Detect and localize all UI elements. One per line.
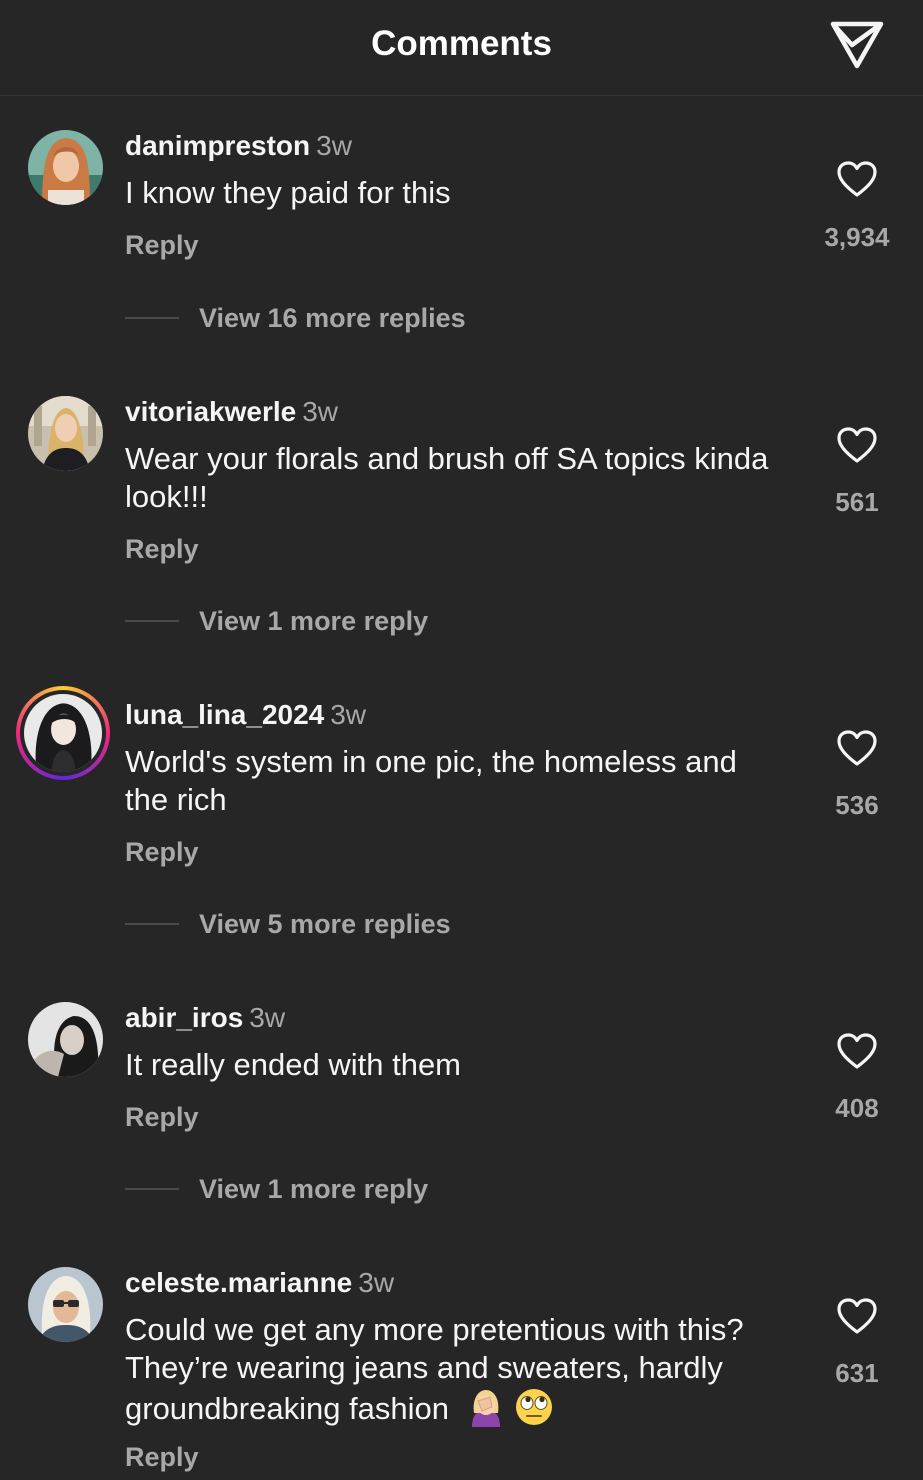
comment-text: Wear your florals and brush off SA topic… bbox=[125, 441, 769, 514]
username[interactable]: danimpreston bbox=[125, 130, 310, 161]
reply-button[interactable]: Reply bbox=[125, 1102, 199, 1133]
avatar[interactable] bbox=[28, 1267, 103, 1342]
share-button[interactable] bbox=[828, 18, 886, 70]
timestamp: 3w bbox=[358, 1267, 395, 1298]
comment-meta: vitoriakwerle 3w bbox=[125, 396, 338, 428]
comment-text-content: Could we get any more pretentious with t… bbox=[125, 1312, 744, 1426]
facepalm-icon bbox=[471, 1390, 500, 1427]
timestamp: 3w bbox=[249, 1002, 286, 1033]
view-replies-button[interactable]: View 1 more reply bbox=[125, 1173, 428, 1205]
comments-screen: Comments danimpreston 3w I know they paid… bbox=[0, 0, 923, 1480]
replies-divider bbox=[125, 317, 179, 319]
view-replies-button[interactable]: View 1 more reply bbox=[125, 605, 428, 637]
eye-roll-emoji bbox=[514, 1387, 554, 1427]
comment-meta: danimpreston 3w bbox=[125, 130, 352, 162]
like-count: 536 bbox=[835, 790, 879, 820]
reply-button[interactable]: Reply bbox=[125, 230, 199, 261]
avatar-image bbox=[28, 1002, 103, 1077]
like-count: 561 bbox=[835, 487, 879, 517]
comment-text: Could we get any more pretentious with t… bbox=[125, 1311, 785, 1428]
reply-button[interactable]: Reply bbox=[125, 1442, 199, 1473]
avatar[interactable] bbox=[28, 396, 103, 471]
eye-roll-icon bbox=[515, 1389, 552, 1425]
comment-meta: abir_iros 3w bbox=[125, 1002, 285, 1034]
username[interactable]: celeste.marianne bbox=[125, 1267, 352, 1298]
avatar-image bbox=[28, 1267, 103, 1342]
heart-icon[interactable] bbox=[836, 426, 878, 464]
username[interactable]: luna_lina_2024 bbox=[125, 699, 324, 730]
heart-icon[interactable] bbox=[836, 729, 878, 767]
timestamp: 3w bbox=[316, 130, 352, 161]
facepalm-emoji bbox=[466, 1387, 506, 1427]
replies-divider bbox=[125, 1188, 179, 1190]
replies-divider bbox=[125, 923, 179, 925]
avatar-image bbox=[28, 130, 103, 205]
page-title: Comments bbox=[371, 24, 552, 63]
avatar-image bbox=[28, 396, 103, 471]
replies-divider bbox=[125, 620, 179, 622]
send-icon bbox=[830, 21, 884, 69]
username[interactable]: vitoriakwerle bbox=[125, 396, 296, 427]
comment-meta: celeste.marianne 3w bbox=[125, 1267, 394, 1299]
comment-text: I know they paid for this bbox=[125, 175, 451, 210]
like-count: 408 bbox=[835, 1093, 879, 1123]
comment-text: It really ended with them bbox=[125, 1047, 462, 1082]
timestamp: 3w bbox=[330, 699, 367, 730]
timestamp: 3w bbox=[302, 396, 338, 427]
heart-icon[interactable] bbox=[836, 1032, 878, 1070]
comment-text: World's system in one pic, the homeless … bbox=[125, 744, 737, 817]
heart-icon[interactable] bbox=[836, 160, 878, 198]
reply-button[interactable]: Reply bbox=[125, 534, 199, 565]
username[interactable]: abir_iros bbox=[125, 1002, 243, 1033]
heart-icon[interactable] bbox=[836, 1297, 878, 1335]
view-replies-button[interactable]: View 16 more replies bbox=[125, 302, 466, 334]
avatar[interactable] bbox=[28, 1002, 103, 1077]
view-replies-label: View 16 more replies bbox=[199, 302, 466, 333]
view-replies-label: View 5 more replies bbox=[199, 908, 451, 939]
story-ring-gap bbox=[20, 690, 106, 776]
avatar-image bbox=[24, 694, 102, 772]
like-count: 631 bbox=[835, 1358, 879, 1388]
avatar-story-ring[interactable] bbox=[16, 686, 110, 780]
reply-button[interactable]: Reply bbox=[125, 837, 199, 868]
view-replies-button[interactable]: View 5 more replies bbox=[125, 908, 451, 940]
view-replies-label: View 1 more reply bbox=[199, 605, 429, 636]
avatar bbox=[24, 694, 102, 772]
comment-meta: luna_lina_2024 3w bbox=[125, 699, 366, 731]
like-count: 3,934 bbox=[824, 222, 890, 252]
comments-header: Comments bbox=[0, 0, 923, 96]
view-replies-label: View 1 more reply bbox=[199, 1173, 429, 1204]
avatar[interactable] bbox=[28, 130, 103, 205]
